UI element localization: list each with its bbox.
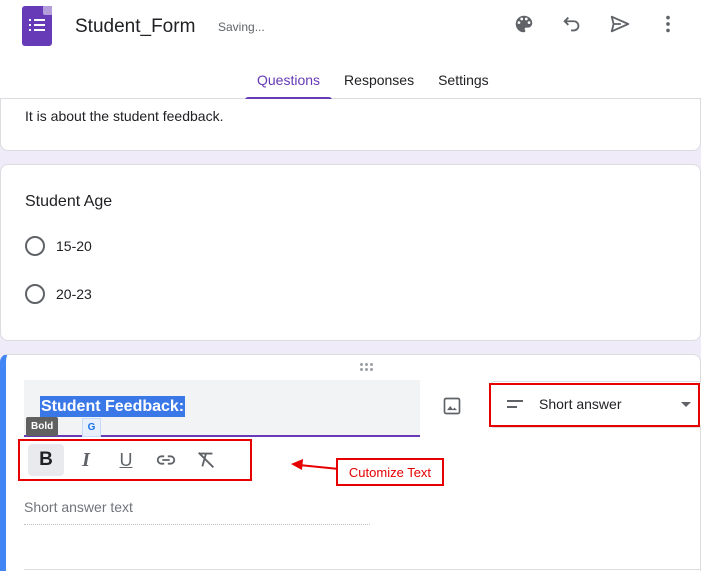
radio-option[interactable]: 20-23	[25, 284, 92, 304]
more-vert-icon[interactable]	[655, 11, 681, 37]
underline-icon: U	[119, 449, 133, 470]
clear-formatting-button[interactable]	[188, 444, 224, 476]
selected-title-text[interactable]: Student Feedback:	[40, 396, 186, 417]
drag-handle-icon[interactable]	[360, 363, 376, 373]
radio-option[interactable]: 15-20	[25, 236, 92, 256]
palette-icon[interactable]	[511, 11, 537, 37]
form-title[interactable]: Student_Form	[75, 16, 195, 38]
italic-icon: I	[82, 448, 90, 471]
question-title: Student Age	[25, 193, 113, 210]
link-icon	[156, 455, 176, 465]
italic-button[interactable]: I	[68, 444, 104, 476]
clear-format-icon	[198, 452, 214, 468]
send-icon[interactable]	[607, 11, 633, 37]
form-description-card: It is about the student feedback.	[0, 99, 701, 151]
option-label: 20-23	[56, 286, 92, 302]
format-toolbar: B I U	[18, 439, 252, 481]
question-card-age[interactable]: Student Age 15-20 20-23	[0, 164, 701, 341]
option-label: 15-20	[56, 238, 92, 254]
annotation-box-type	[489, 383, 700, 427]
tab-questions[interactable]: Questions	[245, 64, 333, 100]
underline-button[interactable]: U	[108, 444, 144, 476]
divider	[24, 569, 701, 570]
tab-bar: Questions Responses Settings	[245, 64, 501, 100]
translate-badge-icon[interactable]: G	[82, 418, 101, 437]
save-status: Saving...	[218, 20, 265, 34]
link-button[interactable]	[148, 444, 184, 476]
radio-button-icon[interactable]	[25, 236, 45, 256]
short-answer-field: Short answer text	[24, 499, 370, 525]
bold-tooltip: Bold	[26, 417, 59, 436]
tab-settings[interactable]: Settings	[426, 64, 501, 99]
bold-button[interactable]: B	[28, 444, 64, 476]
app-header: Student_Form Saving... Questions Respons…	[0, 0, 701, 100]
add-image-icon[interactable]	[439, 393, 465, 419]
question-title-input[interactable]: Student Feedback: Bold G	[24, 380, 420, 437]
bold-icon: B	[39, 449, 53, 470]
radio-button-icon[interactable]	[25, 284, 45, 304]
question-card-feedback[interactable]: Student Feedback: Bold G Short answer B …	[0, 354, 701, 571]
annotation-callout: Cutomize Text	[336, 458, 444, 486]
tab-responses[interactable]: Responses	[332, 64, 426, 99]
form-description[interactable]: It is about the student feedback.	[25, 108, 223, 124]
forms-logo-icon[interactable]	[22, 6, 52, 46]
undo-icon[interactable]	[559, 11, 585, 37]
